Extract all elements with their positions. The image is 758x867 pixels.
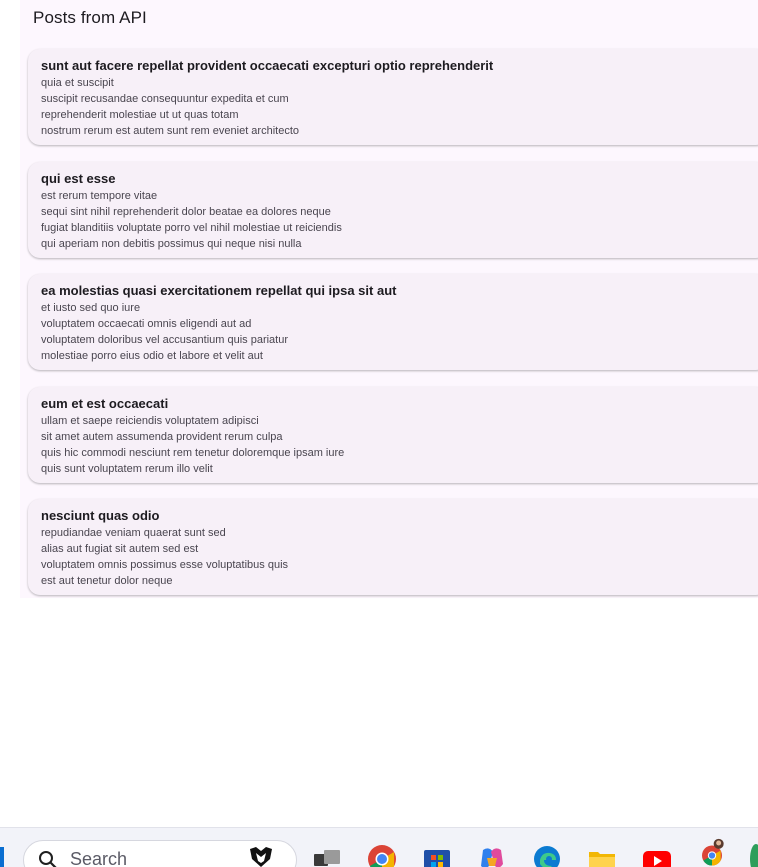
post-body-line: suscipit recusandae consequuntur expedit… (41, 91, 758, 107)
chrome-profile-icon[interactable] (697, 838, 727, 867)
post-card[interactable]: eum et est occaecati ullam et saepe reic… (28, 387, 758, 483)
post-card[interactable]: qui est esse est rerum tempore vitae seq… (28, 162, 758, 258)
post-title: nesciunt quas odio (41, 507, 758, 524)
post-body-line: quia et suscipit (41, 75, 758, 91)
post-body-line: quis sunt voluptatem rerum illo velit (41, 461, 758, 477)
post-body: et iusto sed quo iure voluptatem occaeca… (41, 300, 758, 364)
copilot-icon[interactable] (477, 844, 507, 867)
post-title: ea molestias quasi exercitationem repell… (41, 282, 758, 299)
post-body-line: voluptatem occaecati omnis eligendi aut … (41, 316, 758, 332)
post-body-line: reprehenderit molestiae ut ut quas totam (41, 107, 758, 123)
microsoft-store-icon[interactable] (422, 844, 452, 867)
app-window: Posts from API sunt aut facere repellat … (20, 0, 758, 598)
search-highlight-icon (246, 845, 276, 867)
youtube-icon[interactable] (642, 844, 672, 867)
post-body: quia et suscipit suscipit recusandae con… (41, 75, 758, 139)
post-body: ullam et saepe reiciendis voluptatem adi… (41, 413, 758, 477)
post-title: qui est esse (41, 170, 758, 187)
chrome-icon[interactable] (367, 844, 397, 867)
post-title: sunt aut facere repellat provident occae… (41, 57, 758, 74)
post-body-line: qui aperiam non debitis possimus qui neq… (41, 236, 758, 252)
post-body-line: alias aut fugiat sit autem sed est (41, 541, 758, 557)
post-title: eum et est occaecati (41, 395, 758, 412)
post-body-line: sit amet autem assumenda provident rerum… (41, 429, 758, 445)
post-body-line: nostrum rerum est autem sunt rem eveniet… (41, 123, 758, 139)
post-body: repudiandae veniam quaerat sunt sed alia… (41, 525, 758, 589)
search-icon (38, 850, 58, 867)
post-body-line: fugiat blanditiis voluptate porro vel ni… (41, 220, 758, 236)
post-body-line: ullam et saepe reiciendis voluptatem adi… (41, 413, 758, 429)
post-body-line: est rerum tempore vitae (41, 188, 758, 204)
task-view-icon[interactable] (312, 844, 342, 867)
post-body-line: sequi sint nihil reprehenderit dolor bea… (41, 204, 758, 220)
post-body: est rerum tempore vitae sequi sint nihil… (41, 188, 758, 252)
post-body-line: est aut tenetur dolor neque (41, 573, 758, 589)
taskbar: Search (0, 827, 758, 867)
edge-icon[interactable] (532, 844, 562, 867)
post-body-line: repudiandae veniam quaerat sunt sed (41, 525, 758, 541)
search-placeholder: Search (70, 849, 127, 867)
taskbar-search-box[interactable]: Search (23, 840, 297, 867)
app-bar-title: Posts from API (33, 8, 147, 28)
post-body-line: quis hic commodi nesciunt rem tenetur do… (41, 445, 758, 461)
post-body-line: molestiae porro eius odio et labore et v… (41, 348, 758, 364)
file-explorer-icon[interactable] (587, 844, 617, 867)
post-card[interactable]: sunt aut facere repellat provident occae… (28, 49, 758, 145)
post-body-line: voluptatem doloribus vel accusantium qui… (41, 332, 758, 348)
post-card[interactable]: nesciunt quas odio repudiandae veniam qu… (28, 499, 758, 595)
app-icon-partial[interactable] (750, 844, 758, 867)
post-body-line: voluptatem omnis possimus esse voluptati… (41, 557, 758, 573)
post-list[interactable]: sunt aut facere repellat provident occae… (28, 49, 758, 612)
start-icon[interactable] (0, 847, 4, 867)
post-body-line: et iusto sed quo iure (41, 300, 758, 316)
post-card[interactable]: ea molestias quasi exercitationem repell… (28, 274, 758, 370)
